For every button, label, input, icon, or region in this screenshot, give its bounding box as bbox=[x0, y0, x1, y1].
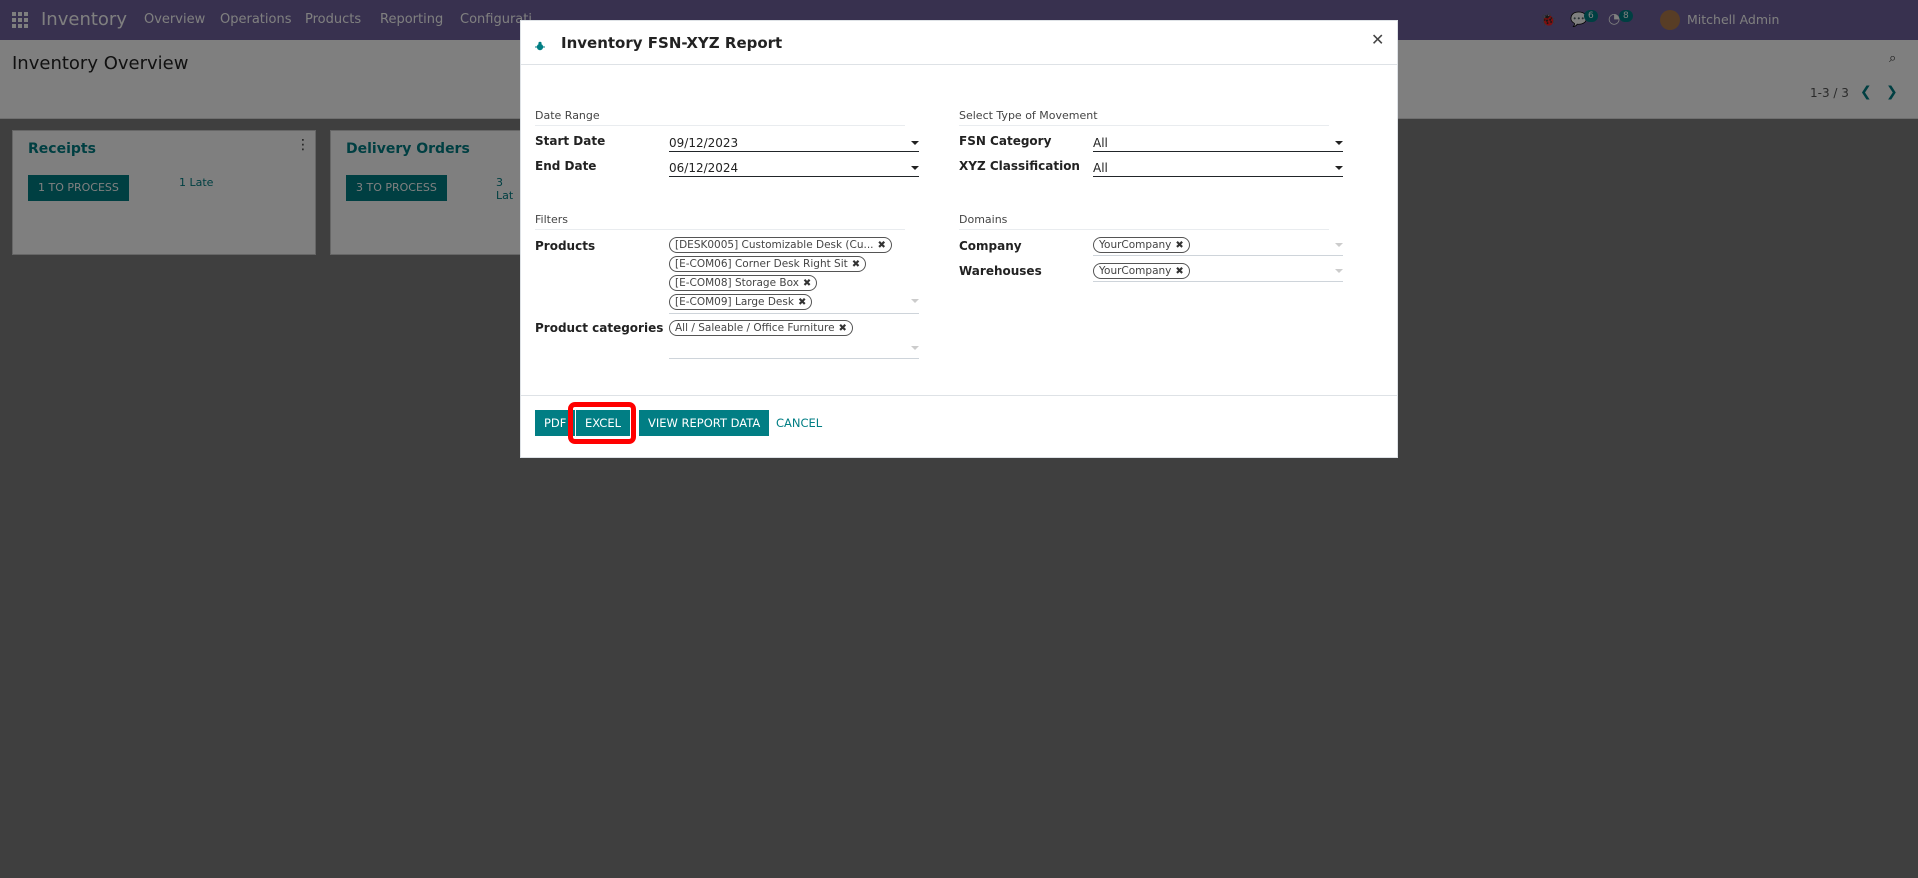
warehouse-tag[interactable]: YourCompany ✖ bbox=[1093, 263, 1190, 279]
caret-down-icon bbox=[911, 166, 919, 170]
caret-down-icon bbox=[911, 141, 919, 145]
movement-section: Select Type of Movement bbox=[959, 109, 1329, 126]
start-date-value: 09/12/2023 bbox=[669, 136, 739, 150]
end-date-label: End Date bbox=[535, 159, 597, 173]
product-categories-label: Product categories bbox=[535, 321, 664, 335]
dialog-footer-divider bbox=[521, 395, 1397, 396]
caret-down-icon bbox=[911, 346, 919, 350]
products-label: Products bbox=[535, 239, 596, 253]
product-tag-label: [DESK0005] Customizable Desk (Cu... bbox=[675, 239, 874, 251]
company-field[interactable]: YourCompany ✖ bbox=[1093, 237, 1343, 256]
fsn-category-select[interactable]: All bbox=[1093, 135, 1343, 152]
remove-tag-icon[interactable]: ✖ bbox=[798, 297, 806, 308]
report-dialog: Inventory FSN-XYZ Report ✕ Date Range St… bbox=[520, 20, 1398, 458]
xyz-classification-select[interactable]: All bbox=[1093, 160, 1343, 177]
fsn-category-label: FSN Category bbox=[959, 134, 1052, 148]
dialog-title: Inventory FSN-XYZ Report bbox=[561, 34, 783, 52]
filters-section: Filters bbox=[535, 213, 905, 230]
product-tag-label: [E-COM08] Storage Box bbox=[675, 277, 799, 289]
date-range-section: Date Range bbox=[535, 109, 905, 126]
cancel-button[interactable]: CANCEL bbox=[770, 410, 828, 436]
product-tag-label: [E-COM06] Corner Desk Right Sit bbox=[675, 258, 848, 270]
remove-tag-icon[interactable]: ✖ bbox=[803, 278, 811, 289]
caret-down-icon bbox=[1335, 269, 1343, 273]
bug-icon bbox=[535, 36, 545, 51]
product-tag[interactable]: [E-COM08] Storage Box ✖ bbox=[669, 275, 818, 291]
caret-down-icon bbox=[911, 299, 919, 303]
excel-highlight-box bbox=[568, 402, 636, 444]
caret-down-icon bbox=[1335, 141, 1343, 145]
product-category-tag-label: All / Saleable / Office Furniture bbox=[675, 322, 835, 334]
caret-down-icon bbox=[1335, 166, 1343, 170]
product-categories-field[interactable]: All / Saleable / Office Furniture ✖ bbox=[669, 320, 919, 359]
xyz-classification-label: XYZ Classification bbox=[959, 159, 1080, 173]
warehouses-label: Warehouses bbox=[959, 264, 1042, 278]
remove-tag-icon[interactable]: ✖ bbox=[1175, 240, 1183, 251]
company-label: Company bbox=[959, 239, 1022, 253]
warehouses-field[interactable]: YourCompany ✖ bbox=[1093, 263, 1343, 282]
company-tag[interactable]: YourCompany ✖ bbox=[1093, 237, 1190, 253]
caret-down-icon bbox=[1335, 243, 1343, 247]
product-tag[interactable]: [E-COM09] Large Desk ✖ bbox=[669, 294, 813, 310]
products-many2many-field[interactable]: [DESK0005] Customizable Desk (Cu... ✖ [E-… bbox=[669, 237, 919, 314]
remove-tag-icon[interactable]: ✖ bbox=[839, 323, 847, 334]
product-tag[interactable]: [E-COM06] Corner Desk Right Sit ✖ bbox=[669, 256, 867, 272]
product-category-tag[interactable]: All / Saleable / Office Furniture ✖ bbox=[669, 320, 853, 336]
end-date-field[interactable]: 06/12/2024 bbox=[669, 160, 919, 177]
domains-section: Domains bbox=[959, 213, 1329, 230]
start-date-field[interactable]: 09/12/2023 bbox=[669, 135, 919, 152]
remove-tag-icon[interactable]: ✖ bbox=[1175, 266, 1183, 277]
product-tag[interactable]: [DESK0005] Customizable Desk (Cu... ✖ bbox=[669, 237, 892, 253]
fsn-category-value: All bbox=[1093, 136, 1108, 150]
close-icon[interactable]: ✕ bbox=[1371, 30, 1384, 49]
warehouse-tag-label: YourCompany bbox=[1099, 265, 1172, 277]
company-tag-label: YourCompany bbox=[1099, 239, 1172, 251]
xyz-classification-value: All bbox=[1093, 161, 1108, 175]
end-date-value: 06/12/2024 bbox=[669, 161, 739, 175]
remove-tag-icon[interactable]: ✖ bbox=[878, 240, 886, 251]
remove-tag-icon[interactable]: ✖ bbox=[852, 259, 860, 270]
product-tag-label: [E-COM09] Large Desk bbox=[675, 296, 794, 308]
view-report-data-button[interactable]: VIEW REPORT DATA bbox=[639, 410, 770, 436]
start-date-label: Start Date bbox=[535, 134, 606, 148]
